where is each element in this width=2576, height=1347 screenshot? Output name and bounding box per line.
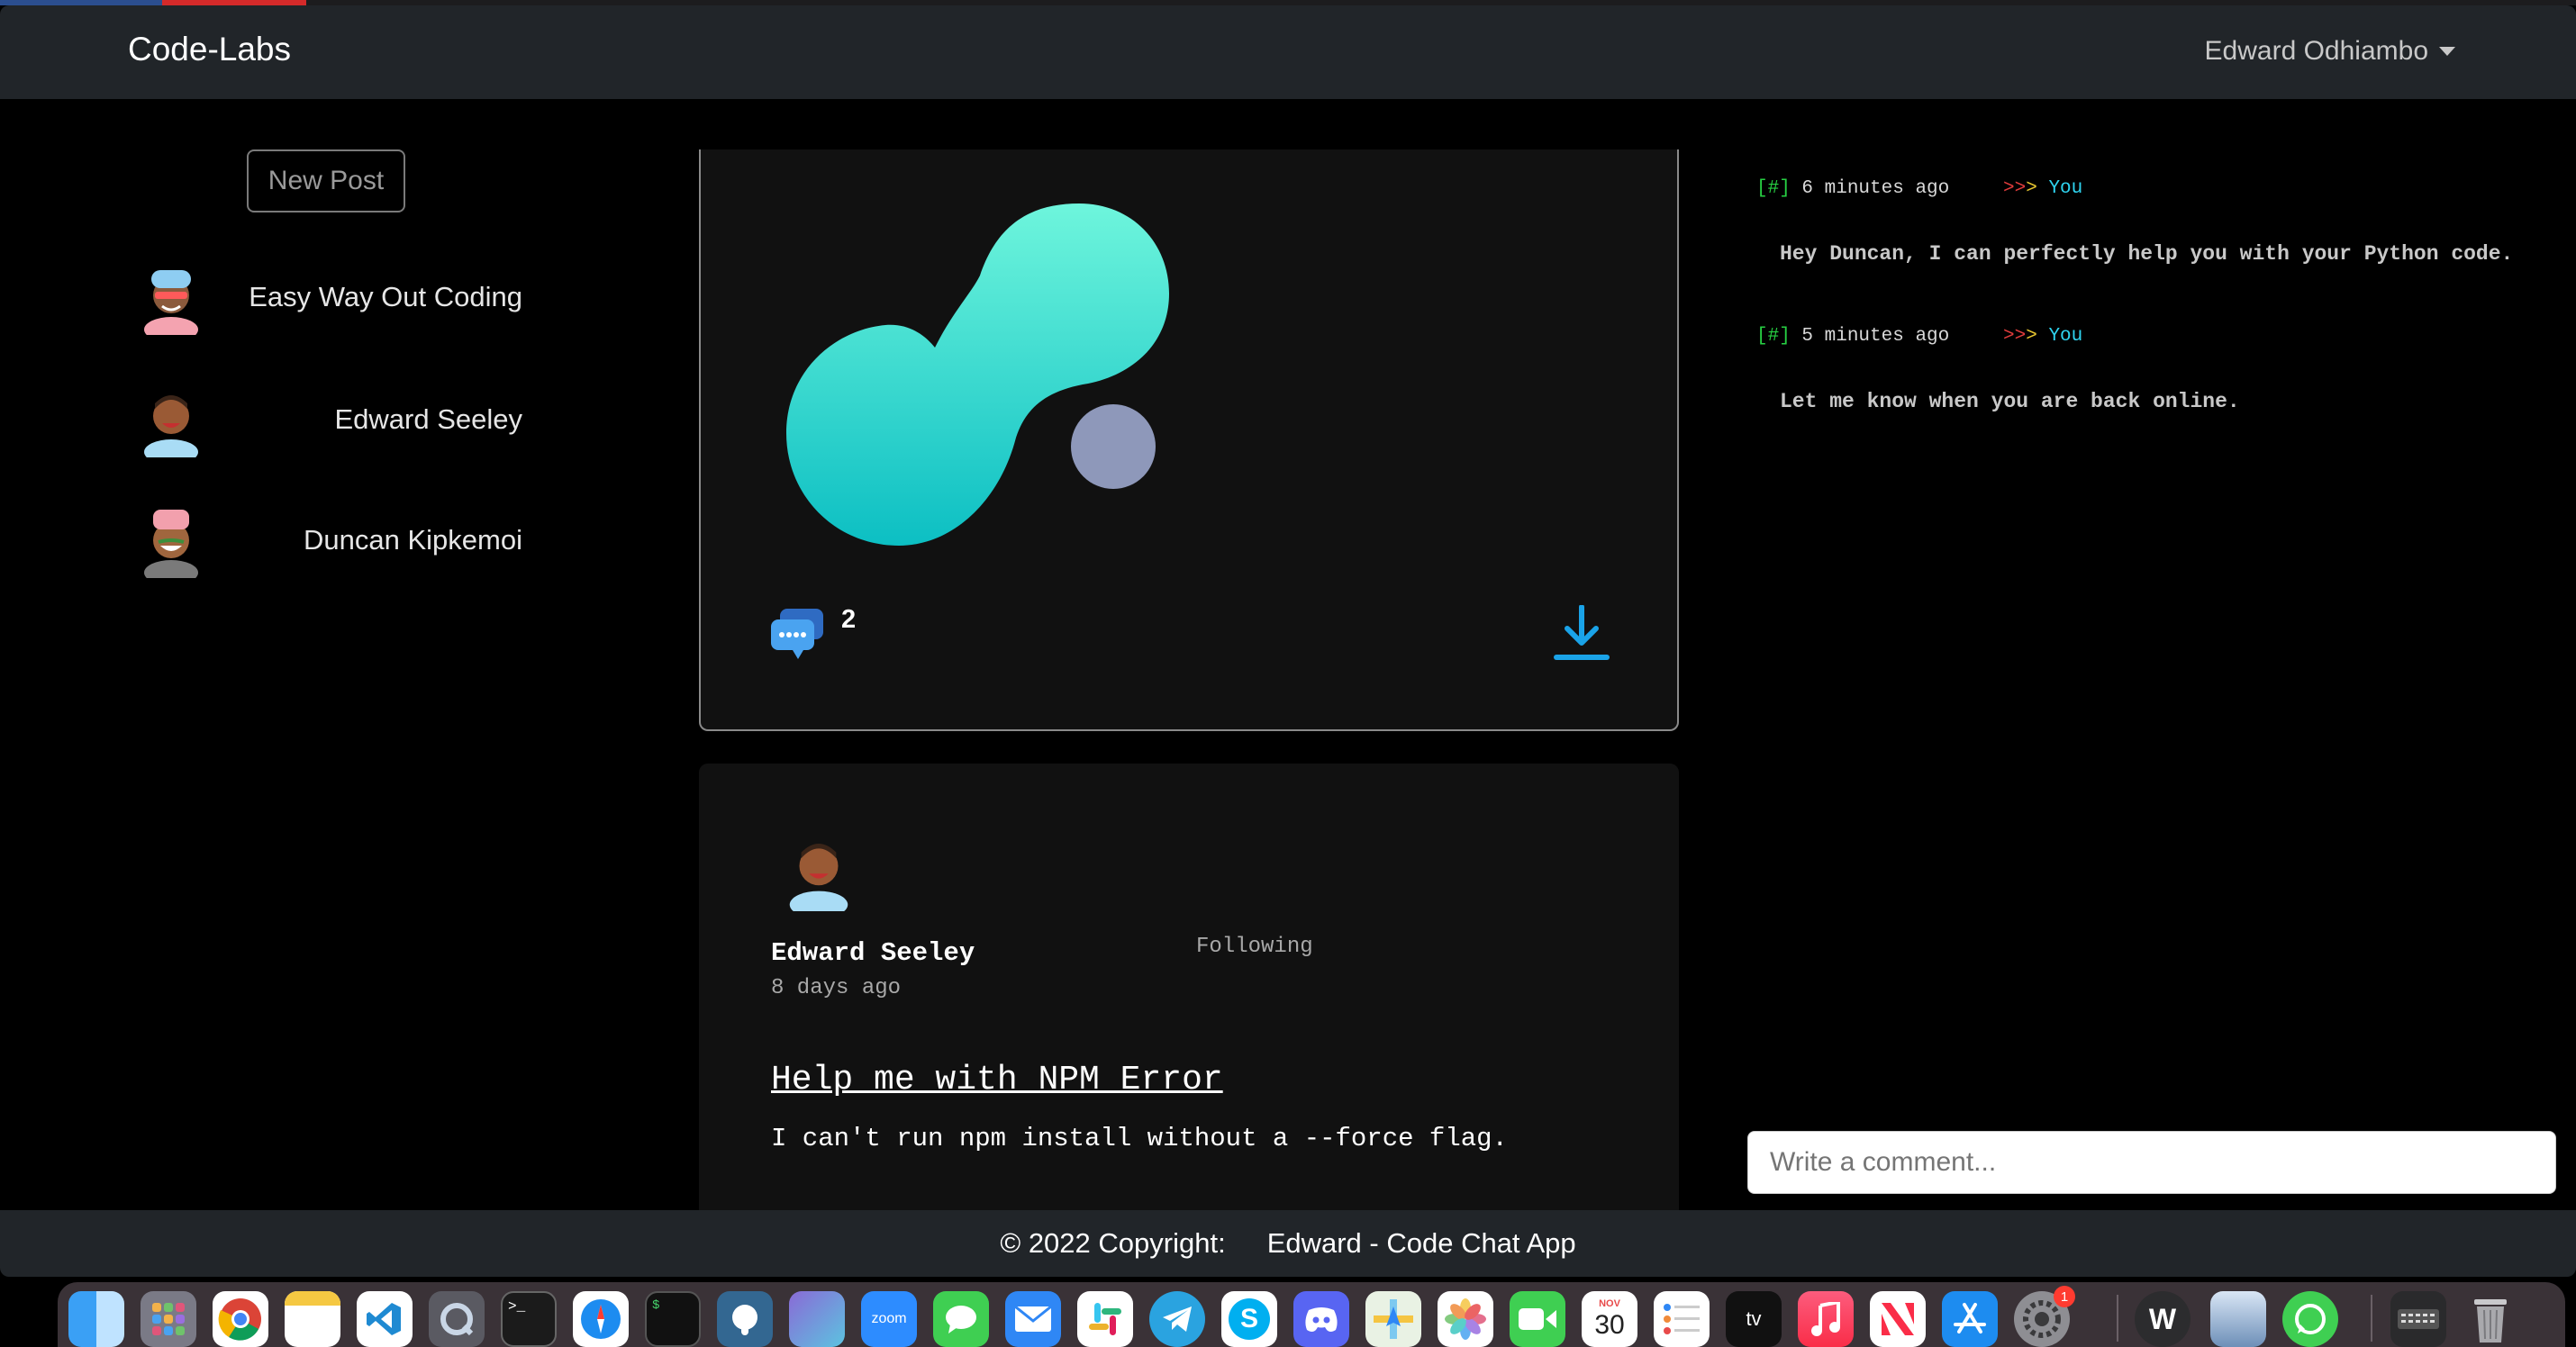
slack-icon[interactable] — [1077, 1291, 1133, 1347]
brand-logo[interactable]: Code-Labs — [128, 31, 291, 68]
trash-icon[interactable] — [2463, 1291, 2518, 1347]
contact-item[interactable]: Easy Way Out Coding — [135, 259, 522, 349]
comment-count: 2 — [841, 605, 857, 634]
notes-icon[interactable] — [285, 1291, 340, 1347]
avatar — [144, 395, 198, 457]
contact-item[interactable]: Edward Seeley — [135, 382, 522, 472]
post-card: 2 — [699, 149, 1679, 731]
chat-message-text: Hey Duncan, I can perfectly help you wit… — [1780, 242, 2514, 266]
postgres-icon[interactable] — [717, 1291, 773, 1347]
chat-marker: [#] — [1756, 326, 1791, 347]
contact-item[interactable]: Duncan Kipkemoi — [135, 502, 522, 592]
author-avatar[interactable] — [780, 828, 857, 911]
avatar — [144, 510, 198, 578]
safari-icon[interactable] — [573, 1291, 629, 1347]
chat-message-text: Let me know when you are back online. — [1780, 390, 2240, 413]
chat-sender: >>> You — [2003, 326, 2082, 347]
avatar — [144, 270, 198, 335]
whatsapp-icon[interactable] — [2282, 1291, 2338, 1347]
post-image — [786, 203, 1169, 546]
zoom-icon[interactable]: zoom — [861, 1291, 917, 1347]
calendar-icon[interactable]: NOV 30 — [1582, 1291, 1637, 1347]
follow-status[interactable]: Following — [1196, 935, 1313, 959]
messages-icon[interactable] — [933, 1291, 989, 1347]
finder-icon[interactable] — [68, 1291, 124, 1347]
app-store-icon[interactable] — [1942, 1291, 1998, 1347]
music-icon[interactable] — [1798, 1291, 1854, 1347]
user-menu-dropdown[interactable]: Edward Odhiambo — [2205, 36, 2455, 67]
dock-divider — [2371, 1295, 2372, 1342]
downloads-stack-icon[interactable] — [2390, 1291, 2446, 1347]
contact-name: Edward Seeley — [334, 403, 522, 435]
macos-dock: >_ $ zoom S NOV 30 tv 1 W — [58, 1282, 2565, 1347]
navbar: Code-Labs Edward Odhiambo — [0, 5, 2576, 99]
notification-badge: 1 — [2054, 1286, 2075, 1307]
user-menu-name: Edward Odhiambo — [2204, 36, 2428, 66]
quicktime-icon[interactable] — [429, 1291, 485, 1347]
post-body: I can't run npm install without a --forc… — [771, 1124, 1508, 1153]
terminal-icon[interactable]: >_ — [501, 1291, 557, 1347]
skype-icon[interactable]: S — [1221, 1291, 1277, 1347]
apple-tv-label: tv — [1746, 1307, 1762, 1330]
launchpad-icon[interactable] — [141, 1291, 196, 1347]
chat-time: 5 minutes ago — [1801, 326, 1950, 347]
mail-icon[interactable] — [1005, 1291, 1061, 1347]
chevron-down-icon — [2439, 47, 2455, 56]
maps-icon[interactable] — [1365, 1291, 1421, 1347]
app-window: Code-Labs Edward Odhiambo New Post Easy … — [0, 5, 2576, 1277]
apple-tv-icon[interactable]: tv — [1726, 1291, 1782, 1347]
post-card: Edward Seeley Following 8 days ago Help … — [699, 764, 1679, 1277]
calendar-month: NOV — [1599, 1298, 1620, 1309]
chat-sender-name: You — [2048, 326, 2083, 347]
download-icon[interactable] — [1553, 605, 1610, 663]
comment-input[interactable] — [1747, 1131, 2556, 1194]
vscode-icon[interactable] — [357, 1291, 413, 1347]
photos-icon[interactable] — [1438, 1291, 1493, 1347]
contact-name: Duncan Kipkemoi — [304, 524, 522, 556]
footer: © 2022 Copyright: Edward - Code Chat App — [0, 1210, 2576, 1277]
chat-arrow: >>> — [2003, 178, 2037, 199]
facetime-icon[interactable] — [1510, 1291, 1565, 1347]
iterm-icon[interactable]: $ — [645, 1291, 701, 1347]
tableplus-icon[interactable] — [789, 1291, 845, 1347]
news-icon[interactable] — [1870, 1291, 1926, 1347]
contact-name: Easy Way Out Coding — [249, 281, 522, 312]
chat-message-header: [#] 6 minutes ago — [1756, 178, 1949, 199]
post-author[interactable]: Edward Seeley — [771, 938, 975, 968]
footer-app-link[interactable]: Edward - Code Chat App — [1267, 1227, 1576, 1260]
telegram-icon[interactable] — [1149, 1291, 1205, 1347]
chat-message-header: [#] 5 minutes ago — [1756, 326, 1949, 347]
discord-icon[interactable] — [1293, 1291, 1349, 1347]
dock-divider — [2117, 1295, 2118, 1342]
warp-icon[interactable]: W — [2135, 1291, 2191, 1347]
preview-icon[interactable] — [2210, 1291, 2266, 1347]
new-post-button[interactable]: New Post — [247, 149, 405, 212]
reminders-icon[interactable] — [1654, 1291, 1710, 1347]
comments-icon[interactable] — [771, 609, 825, 659]
calendar-day: 30 — [1594, 1310, 1625, 1340]
chat-arrow: >>> — [2003, 326, 2037, 347]
chat-marker: [#] — [1756, 178, 1791, 199]
post-title-link[interactable]: Help me with NPM Error — [771, 1061, 1223, 1099]
system-preferences-icon[interactable]: 1 — [2014, 1286, 2075, 1347]
footer-copyright: © 2022 Copyright: — [1000, 1227, 1226, 1259]
post-timestamp: 8 days ago — [771, 976, 902, 1000]
chat-time: 6 minutes ago — [1801, 178, 1950, 199]
chat-sender-name: You — [2048, 178, 2083, 199]
chrome-icon[interactable] — [213, 1291, 268, 1347]
chat-sender: >>> You — [2003, 178, 2082, 199]
